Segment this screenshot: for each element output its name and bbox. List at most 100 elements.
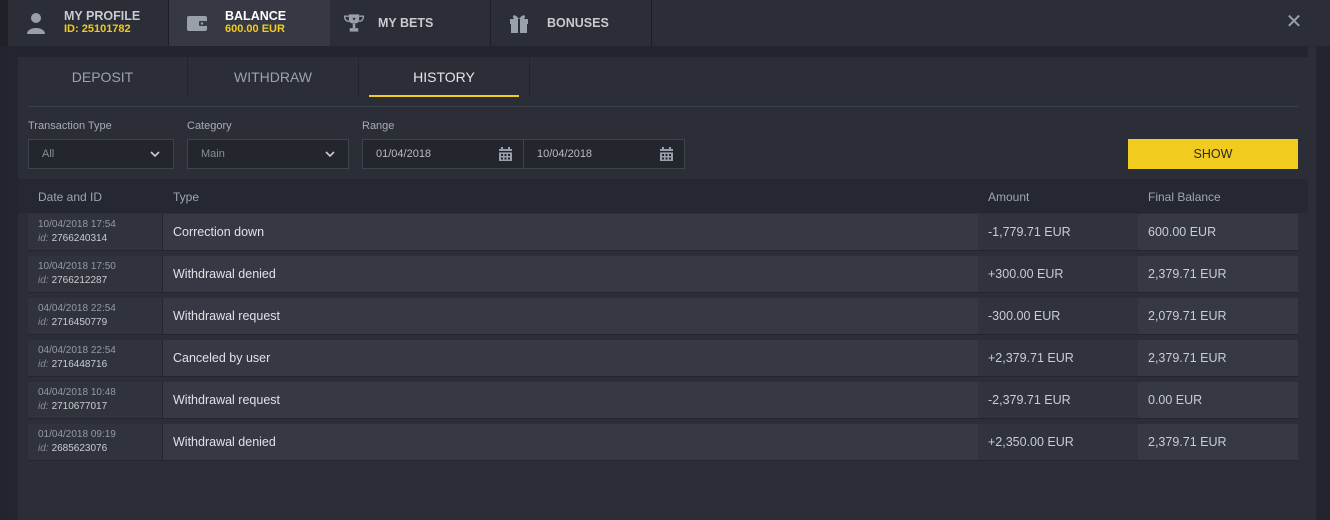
row-type: Withdrawal request: [173, 393, 280, 407]
active-tab-underline: [369, 95, 519, 97]
range-label: Range: [362, 120, 395, 132]
tab-bonuses[interactable]: BONUSES: [491, 0, 652, 46]
row-id-line: id: 2716450779: [38, 317, 107, 328]
row-type: Correction down: [173, 225, 265, 239]
range-to-input[interactable]: 10/04/2018: [523, 139, 685, 169]
calendar-icon[interactable]: [659, 147, 674, 165]
tab-history[interactable]: HISTORY: [359, 57, 530, 97]
row-id-prefix: id:: [38, 317, 49, 328]
table-header: Date and ID Type Amount Final Balance: [18, 179, 1308, 213]
panel-rail-right: [1308, 46, 1316, 520]
balance-amount: 600.00 EUR: [225, 23, 285, 35]
row-final-balance: 2,079.71 EUR: [1148, 309, 1227, 323]
category-value: Main: [201, 148, 225, 160]
row-amount: +2,379.71 EUR: [988, 351, 1074, 365]
close-icon[interactable]: ✕: [1284, 12, 1304, 32]
show-button[interactable]: SHOW: [1128, 139, 1298, 169]
row-id-prefix: id:: [38, 443, 49, 454]
top-tab-bar: MY PROFILE ID: 25101782 BALANCE 600.00 E…: [0, 0, 1330, 46]
row-type: Canceled by user: [173, 351, 271, 365]
row-final-balance: 0.00 EUR: [1148, 393, 1203, 407]
date-id-cell: 04/04/2018 10:48 id: 2710677017: [28, 382, 163, 418]
row-id-prefix: id:: [38, 359, 49, 370]
wallet-icon: [185, 11, 209, 35]
balance-panel: DEPOSIT WITHDRAW HISTORY Transaction Typ…: [18, 57, 1308, 520]
tab-my-bets-label: MY BETS: [378, 15, 434, 30]
range-from-value: 01/04/2018: [376, 148, 432, 160]
row-amount: -300.00 EUR: [988, 309, 1061, 323]
category-select[interactable]: Main: [187, 139, 349, 169]
tab-balance[interactable]: BALANCE 600.00 EUR: [169, 0, 330, 46]
category-label: Category: [187, 120, 232, 132]
date-id-cell: 04/04/2018 22:54 id: 2716448716: [28, 340, 163, 376]
tab-balance-label: BALANCE: [225, 9, 287, 23]
row-id-prefix: id:: [38, 275, 49, 286]
header-final-balance: Final Balance: [1148, 190, 1221, 204]
divider: [28, 106, 1298, 107]
table-row[interactable]: 04/04/2018 22:54 id: 2716448716 Canceled by…: [28, 340, 1298, 377]
row-final-balance: 2,379.71 EUR: [1148, 435, 1227, 449]
table-row[interactable]: 04/04/2018 22:54 id: 2716450779 Withdrawal …: [28, 298, 1298, 335]
tab-withdraw[interactable]: WITHDRAW: [188, 57, 359, 97]
transaction-type-value: All: [42, 148, 55, 160]
row-id-prefix: id:: [38, 401, 49, 412]
transaction-type-select[interactable]: All: [28, 139, 174, 169]
amount-cell: -2,379.71 EUR: [978, 382, 1138, 418]
tab-deposit[interactable]: DEPOSIT: [18, 57, 188, 97]
row-final-balance: 2,379.71 EUR: [1148, 267, 1227, 281]
date-id-cell: 10/04/2018 17:50 id: 2766212287: [28, 256, 163, 292]
row-date: 04/04/2018 22:54: [38, 303, 116, 314]
row-amount: +300.00 EUR: [988, 267, 1064, 281]
panel-rail-left: [8, 46, 18, 520]
user-icon: [24, 11, 48, 35]
row-id-line: id: 2685623076: [38, 443, 107, 454]
amount-cell: +300.00 EUR: [978, 256, 1138, 292]
amount-cell: +2,379.71 EUR: [978, 340, 1138, 376]
row-date: 04/04/2018 22:54: [38, 345, 116, 356]
row-id: 2716450779: [51, 317, 108, 328]
row-final-balance: 2,379.71 EUR: [1148, 351, 1227, 365]
amount-cell: +2,350.00 EUR: [978, 424, 1138, 460]
tab-my-profile[interactable]: MY PROFILE ID: 25101782: [8, 0, 169, 46]
row-id-line: id: 2766212287: [38, 275, 107, 286]
trophy-icon: ★: [342, 11, 366, 35]
chevron-down-icon: [324, 148, 336, 163]
row-type: Withdrawal denied: [173, 435, 276, 449]
calendar-icon[interactable]: [498, 147, 513, 165]
left-edge: [0, 0, 8, 46]
row-id: 2685623076: [51, 443, 108, 454]
tab-history-label: HISTORY: [413, 69, 475, 85]
header-date-id: Date and ID: [38, 190, 103, 204]
date-id-cell: 10/04/2018 17:54 id: 2766240314: [28, 214, 163, 250]
amount-cell: -300.00 EUR: [978, 298, 1138, 334]
row-amount: -2,379.71 EUR: [988, 393, 1071, 407]
gift-icon: [507, 11, 531, 35]
range-from-input[interactable]: 01/04/2018: [362, 139, 524, 169]
row-amount: +2,350.00 EUR: [988, 435, 1074, 449]
header-type: Type: [173, 190, 200, 204]
row-id-prefix: id:: [38, 233, 49, 244]
table-row[interactable]: 01/04/2018 09:19 id: 2685623076 Withdrawal …: [28, 424, 1298, 461]
table-row[interactable]: 10/04/2018 17:50 id: 2766212287 Withdrawal …: [28, 256, 1298, 293]
tab-my-bets[interactable]: ★ MY BETS: [330, 0, 491, 46]
row-date: 04/04/2018 10:48: [38, 387, 116, 398]
profile-id: ID: 25101782: [64, 23, 131, 35]
row-id-line: id: 2716448716: [38, 359, 107, 370]
table-row[interactable]: 10/04/2018 17:54 id: 2766240314 Correction …: [28, 214, 1298, 251]
row-date: 01/04/2018 09:19: [38, 429, 116, 440]
header-amount: Amount: [988, 190, 1030, 204]
row-id: 2710677017: [51, 401, 108, 412]
row-id-line: id: 2766240314: [38, 233, 107, 244]
transaction-type-label: Transaction Type: [28, 120, 112, 132]
row-id: 2766240314: [51, 233, 108, 244]
chevron-down-icon: [149, 148, 161, 163]
row-date: 10/04/2018 17:50: [38, 261, 116, 272]
amount-cell: -1,779.71 EUR: [978, 214, 1138, 250]
row-amount: -1,779.71 EUR: [988, 225, 1071, 239]
tab-bonuses-label: BONUSES: [547, 15, 609, 30]
table-row[interactable]: 04/04/2018 10:48 id: 2710677017 Withdrawal …: [28, 382, 1298, 419]
row-final-balance: 600.00 EUR: [1148, 225, 1217, 239]
svg-text:★: ★: [352, 16, 357, 22]
row-id-line: id: 2710677017: [38, 401, 107, 412]
date-id-cell: 04/04/2018 22:54 id: 2716450779: [28, 298, 163, 334]
